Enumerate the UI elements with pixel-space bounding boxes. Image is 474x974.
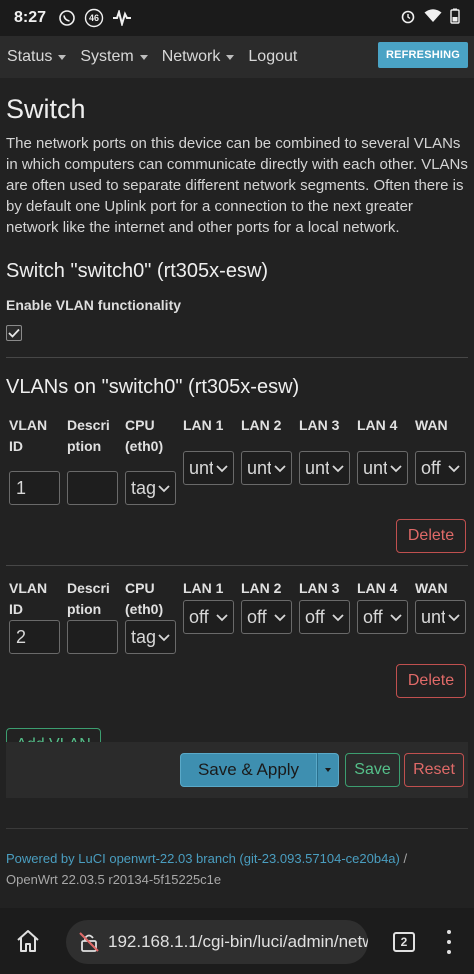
switch-section-title: Switch "switch0" (rt305x-esw)	[6, 260, 269, 282]
page-description: The network ports on this device can be …	[6, 135, 468, 236]
caret-down-icon	[325, 768, 331, 772]
wifi-icon	[424, 8, 442, 28]
delete-vlan-button[interactable]: Delete	[396, 519, 466, 553]
header-cpu: CPU (eth0)	[125, 417, 164, 454]
android-status-bar: 8:27 46	[0, 0, 474, 36]
header-wan: WAN	[415, 580, 448, 596]
luci-powered-by-link[interactable]: Powered by LuCI openwrt-22.03 branch (gi…	[6, 851, 400, 866]
chevron-down-icon	[448, 614, 460, 622]
tab-switcher-button[interactable]: 2	[393, 932, 415, 952]
chevron-down-icon	[274, 465, 286, 473]
footer: Powered by LuCI openwrt-22.03 branch (gi…	[6, 848, 468, 890]
nav-system[interactable]: System	[80, 48, 148, 66]
openwrt-version: OpenWrt 22.03.5 r20134-5f15225c1e	[6, 872, 222, 887]
footer-divider	[6, 828, 468, 829]
vlan-id-input[interactable]: 1	[9, 471, 60, 505]
wan-select[interactable]: untagged	[415, 600, 466, 634]
chevron-down-icon	[216, 465, 228, 473]
vlan-row: VLAN ID Descri ption CPU (eth0) LAN 1 LAN 2…	[6, 415, 468, 565]
wan-select[interactable]: off	[415, 451, 466, 485]
vlan-id-input[interactable]: 2	[9, 620, 60, 654]
chevron-down-icon	[216, 614, 228, 622]
chevron-down-icon	[448, 465, 460, 473]
nav-network[interactable]: Network	[162, 48, 235, 66]
header-description: Descri ption	[67, 417, 110, 454]
footer-separator: /	[399, 851, 408, 866]
header-lan3: LAN 3	[299, 417, 340, 433]
save-button[interactable]: Save	[345, 753, 400, 787]
lan3-select[interactable]: untagged	[299, 451, 350, 485]
header-lan1: LAN 1	[183, 417, 224, 433]
chevron-down-icon	[332, 465, 344, 473]
vlans-section-title: VLANs on "switch0" (rt305x-esw)	[6, 376, 300, 398]
enable-vlan-label: Enable VLAN functionality	[6, 297, 182, 313]
lan1-select[interactable]: off	[183, 600, 234, 634]
cpu-select[interactable]: tagged	[125, 620, 176, 654]
nav-status[interactable]: Status	[7, 48, 67, 66]
header-lan2: LAN 2	[241, 417, 282, 433]
header-vlan-id: VLAN ID	[9, 417, 48, 454]
chevron-down-icon	[332, 614, 344, 622]
clock: 8:27	[14, 9, 47, 26]
network-46-label: 46	[89, 13, 100, 23]
lan4-select[interactable]: off	[357, 600, 408, 634]
network-46-icon: 46	[84, 8, 104, 28]
enable-vlan-checkbox[interactable]	[6, 325, 22, 341]
lan3-select[interactable]: off	[299, 600, 350, 634]
action-bar: Save & Apply Save Reset	[6, 742, 468, 798]
url-text: 192.168.1.1/cgi-bin/luci/admin/network/s…	[108, 932, 368, 951]
vlan-table: VLAN ID Descri ption CPU (eth0) LAN 1 LAN 2…	[6, 415, 468, 762]
page-title: Switch	[6, 94, 86, 124]
insecure-lock-icon	[79, 932, 99, 952]
header-lan2: LAN 2	[241, 580, 282, 596]
whatsapp-icon	[58, 9, 76, 27]
home-icon[interactable]	[15, 928, 41, 954]
refreshing-indicator[interactable]: REFRESHING	[378, 42, 468, 68]
lan4-select[interactable]: untagged	[357, 451, 408, 485]
main-content: Switch The network ports on this device …	[6, 78, 468, 762]
cpu-select[interactable]: tagged	[125, 471, 176, 505]
alarm-icon	[400, 8, 416, 29]
nav-logout[interactable]: Logout	[248, 48, 297, 66]
save-apply-button[interactable]: Save & Apply	[180, 753, 317, 787]
header-description: Descri ption	[67, 580, 110, 617]
reset-button[interactable]: Reset	[404, 753, 464, 787]
chevron-down-icon	[158, 634, 170, 642]
delete-vlan-button[interactable]: Delete	[396, 664, 466, 698]
chevron-down-icon	[158, 485, 170, 493]
header-lan4: LAN 4	[357, 417, 398, 433]
chevron-down-icon	[390, 465, 402, 473]
activity-icon	[112, 10, 132, 26]
caret-down-icon	[139, 54, 148, 60]
lan1-select[interactable]: untagged	[183, 451, 234, 485]
chevron-down-icon	[390, 614, 402, 622]
header-lan3: LAN 3	[299, 580, 340, 596]
overflow-menu-icon[interactable]	[446, 930, 452, 954]
browser-toolbar: 192.168.1.1/cgi-bin/luci/admin/network/s…	[0, 908, 474, 974]
lan2-select[interactable]: off	[241, 600, 292, 634]
vlan-description-input[interactable]	[67, 471, 118, 505]
vlan-row: VLAN ID Descri ption CPU (eth0) LAN 1 LAN 2…	[6, 578, 468, 728]
section-divider	[6, 357, 468, 358]
caret-down-icon	[58, 54, 67, 60]
header-vlan-id: VLAN ID	[9, 580, 48, 617]
top-navigation: Status System Network Logout REFRESHING	[0, 36, 474, 78]
address-bar[interactable]: 192.168.1.1/cgi-bin/luci/admin/network/s…	[66, 920, 368, 964]
caret-down-icon	[226, 54, 235, 60]
header-cpu: CPU (eth0)	[125, 580, 164, 617]
battery-icon	[450, 8, 460, 29]
lan2-select[interactable]: untagged	[241, 451, 292, 485]
header-wan: WAN	[415, 417, 448, 433]
save-apply-dropdown[interactable]	[317, 753, 339, 787]
chevron-down-icon	[274, 614, 286, 622]
header-lan4: LAN 4	[357, 580, 398, 596]
header-lan1: LAN 1	[183, 580, 224, 596]
vlan-description-input[interactable]	[67, 620, 118, 654]
row-divider	[6, 565, 468, 566]
checkmark-icon	[8, 328, 20, 338]
